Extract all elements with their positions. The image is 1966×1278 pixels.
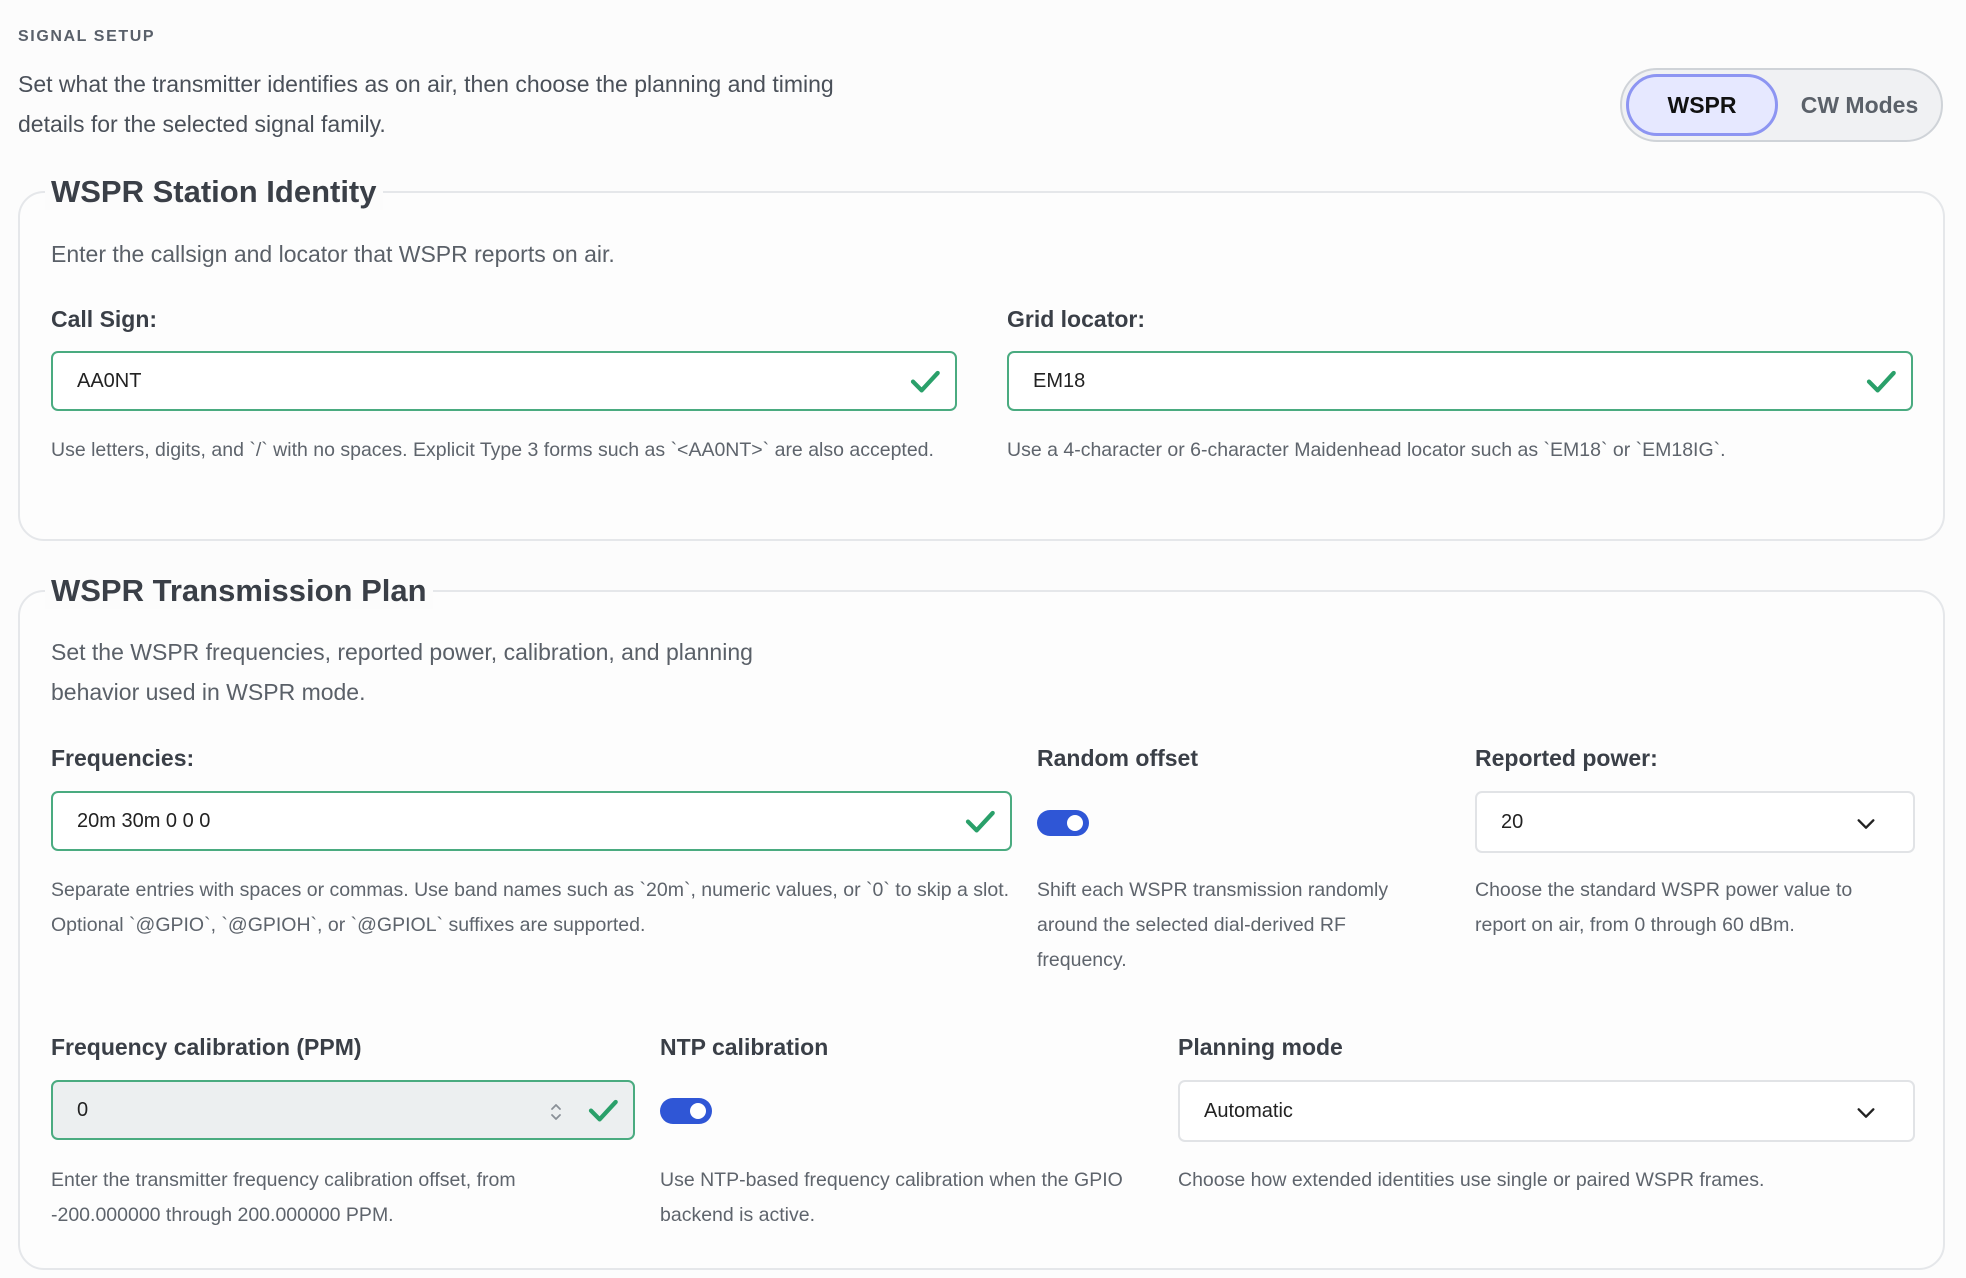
- reported-power-select[interactable]: 20: [1475, 791, 1915, 853]
- frequencies-help: Separate entries with spaces or commas. …: [51, 879, 1010, 936]
- ppm-help: Enter the transmitter frequency calibrat…: [51, 1169, 516, 1226]
- chevron-down-icon: [1857, 819, 1875, 829]
- frequencies-label: Frequencies:: [51, 745, 195, 771]
- callsign-label: Call Sign:: [51, 306, 158, 332]
- callsign-input[interactable]: AA0NT: [51, 351, 957, 411]
- ppm-value: 0: [77, 1098, 89, 1121]
- grid-locator-help: Use a 4-character or 6-character Maidenh…: [1007, 439, 1726, 461]
- reported-power-value: 20: [1501, 810, 1524, 833]
- planning-mode-select[interactable]: Automatic: [1178, 1080, 1915, 1142]
- station-identity-title: WSPR Station Identity: [45, 174, 383, 210]
- random-offset-label: Random offset: [1037, 745, 1198, 771]
- signal-family-switch: WSPR CW Modes: [1620, 68, 1943, 142]
- ppm-label: Frequency calibration (PPM): [51, 1034, 362, 1060]
- planning-mode-label: Planning mode: [1178, 1034, 1343, 1060]
- valid-check-icon: [965, 810, 995, 833]
- valid-check-icon: [1866, 370, 1896, 393]
- frequencies-input[interactable]: 20m 30m 0 0 0: [51, 791, 1012, 851]
- callsign-help: Use letters, digits, and `/` with no spa…: [51, 439, 934, 461]
- station-identity-description: Enter the callsign and locator that WSPR…: [51, 241, 615, 267]
- planning-mode-value: Automatic: [1204, 1099, 1293, 1122]
- ntp-calibration-help: Use NTP-based frequency calibration when…: [660, 1169, 1123, 1226]
- toggle-knob: [1067, 815, 1083, 831]
- callsign-value: AA0NT: [77, 369, 142, 392]
- ntp-calibration-label: NTP calibration: [660, 1034, 829, 1060]
- valid-check-icon: [910, 370, 940, 393]
- spinner-arrows-icon[interactable]: [549, 1100, 563, 1124]
- chevron-down-icon: [1857, 1108, 1875, 1118]
- planning-mode-help: Choose how extended identities use singl…: [1178, 1169, 1765, 1191]
- grid-locator-value: EM18: [1033, 369, 1086, 392]
- frequencies-value: 20m 30m 0 0 0: [77, 809, 211, 832]
- valid-check-icon: [588, 1099, 618, 1122]
- transmission-plan-description: Set the WSPR frequencies, reported power…: [51, 639, 753, 705]
- ppm-input[interactable]: 0: [51, 1080, 635, 1140]
- reported-power-label: Reported power:: [1475, 745, 1658, 771]
- random-offset-help: Shift each WSPR transmission randomly ar…: [1037, 879, 1389, 971]
- section-intro: Set what the transmitter identifies as o…: [18, 71, 834, 137]
- toggle-knob: [690, 1103, 706, 1119]
- wspr-mode-button[interactable]: WSPR: [1626, 74, 1778, 136]
- transmission-plan-title: WSPR Transmission Plan: [45, 573, 433, 609]
- signal-setup-page: SIGNAL SETUP Set what the transmitter id…: [0, 0, 1966, 1278]
- ntp-calibration-toggle[interactable]: [660, 1098, 712, 1124]
- cw-modes-button[interactable]: CW Modes: [1782, 74, 1937, 136]
- random-offset-toggle[interactable]: [1037, 810, 1089, 836]
- section-eyebrow: SIGNAL SETUP: [18, 28, 156, 45]
- grid-locator-label: Grid locator:: [1007, 306, 1146, 332]
- grid-locator-input[interactable]: EM18: [1007, 351, 1913, 411]
- reported-power-help: Choose the standard WSPR power value to …: [1475, 879, 1853, 936]
